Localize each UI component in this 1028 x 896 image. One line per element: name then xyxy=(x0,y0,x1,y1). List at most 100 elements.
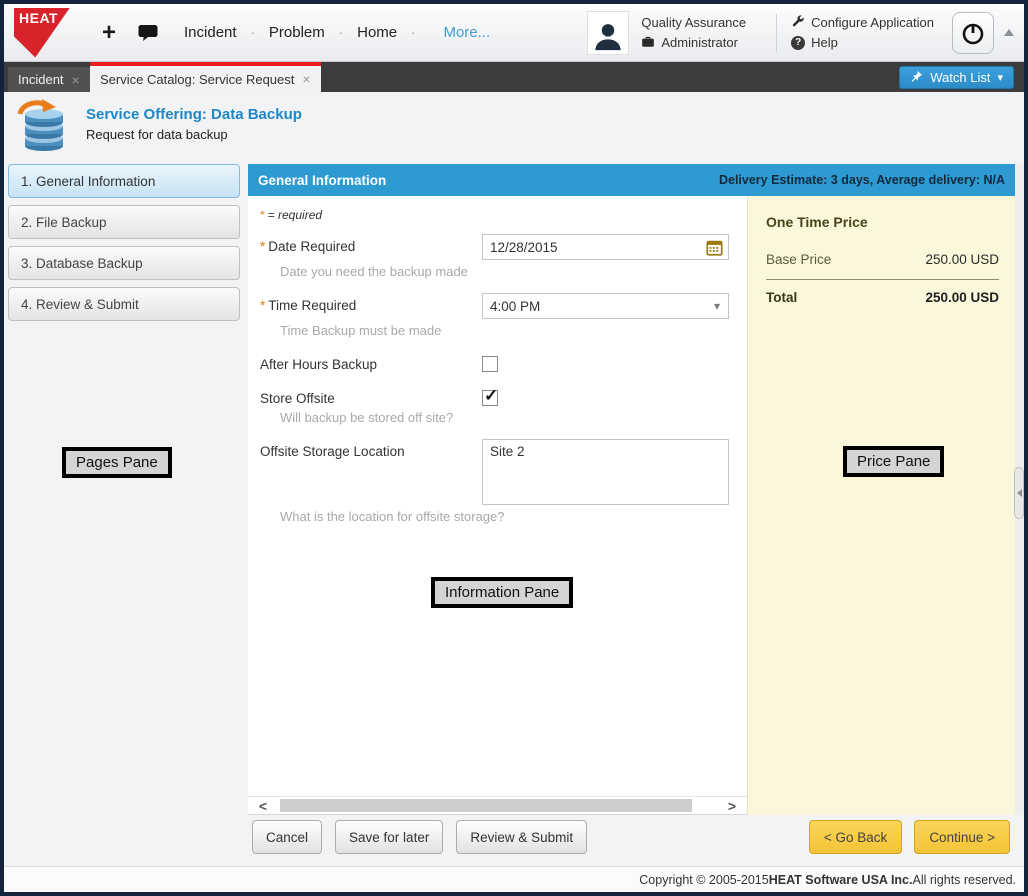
page-step-review-submit[interactable]: 4. Review & Submit xyxy=(8,287,240,321)
scroll-right-icon[interactable]: > xyxy=(721,797,743,815)
help-icon: ? xyxy=(791,36,805,50)
wrench-icon xyxy=(791,14,805,31)
total-label: Total xyxy=(766,290,797,305)
required-asterisk: * xyxy=(260,298,265,313)
checkmark-icon: ✓ xyxy=(484,386,498,406)
menu-item-incident[interactable]: Incident xyxy=(184,24,237,41)
help-link[interactable]: Help xyxy=(811,35,838,50)
scroll-left-icon[interactable]: < xyxy=(252,797,274,815)
page-step-general-information[interactable]: 1. General Information xyxy=(8,164,240,198)
main-area: Service Offering: Data Backup Request fo… xyxy=(4,92,1024,892)
wizard-actions: < Go Back Continue > xyxy=(809,820,1010,854)
tab-service-catalog[interactable]: Service Catalog: Service Request × xyxy=(90,62,321,92)
base-price-label: Base Price xyxy=(766,252,831,267)
field-hint-date: Date you need the backup made xyxy=(280,264,735,279)
base-price-value: 250.00 USD xyxy=(925,252,999,267)
field-label-store-offsite: Store Offsite xyxy=(260,386,482,406)
calendar-icon[interactable] xyxy=(706,239,723,259)
store-offsite-checkbox[interactable]: ✓ xyxy=(482,390,498,406)
app-surface: HEAT + Incident · Problem · Home · More.… xyxy=(4,4,1024,892)
copyright-prefix: Copyright © 2005-2015 xyxy=(639,873,768,887)
required-note-text: = required xyxy=(268,208,322,222)
horizontal-scrollbar: < > xyxy=(248,796,747,815)
power-icon xyxy=(960,20,986,46)
footer: Copyright © 2005-2015 HEAT Software USA … xyxy=(4,866,1024,892)
field-label-date-required: *Date Required xyxy=(260,234,482,254)
offering-header: Service Offering: Data Backup Request fo… xyxy=(14,98,302,159)
page-step-file-backup[interactable]: 2. File Backup xyxy=(8,205,240,239)
total-value: 250.00 USD xyxy=(925,290,999,305)
date-required-input[interactable] xyxy=(483,235,728,259)
user-avatar[interactable] xyxy=(587,11,629,55)
topbar-right-cluster: Quality Assurance Administrator Co xyxy=(587,11,1014,55)
right-edge-strip xyxy=(1015,164,1024,815)
delivery-estimate: Delivery Estimate: 3 days, Average deliv… xyxy=(719,173,1005,187)
database-icon xyxy=(14,98,70,159)
user-role: Administrator xyxy=(661,35,738,50)
top-bar: HEAT + Incident · Problem · Home · More.… xyxy=(4,4,1024,62)
menu-separator: · xyxy=(251,25,255,40)
briefcase-icon xyxy=(641,35,655,51)
continue-button[interactable]: Continue > xyxy=(914,820,1010,854)
topbar-divider xyxy=(776,14,777,52)
save-for-later-button[interactable]: Save for later xyxy=(335,820,443,854)
information-pane-annotation: Information Pane xyxy=(431,577,573,608)
company-name: HEAT Software USA Inc. xyxy=(769,873,913,887)
caret-down-icon: ▾ xyxy=(714,299,720,313)
close-icon[interactable]: × xyxy=(72,72,80,88)
menu-separator: · xyxy=(411,25,415,40)
app-window: HEAT + Incident · Problem · Home · More.… xyxy=(0,0,1028,896)
watch-list-label: Watch List xyxy=(930,70,990,85)
collapse-left-icon xyxy=(1017,489,1022,497)
tab-incident[interactable]: Incident × xyxy=(8,67,90,92)
logout-button[interactable] xyxy=(952,12,994,54)
watch-list-button[interactable]: Watch List ▾ xyxy=(899,66,1014,89)
scrollbar-thumb[interactable] xyxy=(280,799,692,812)
field-label-after-hours: After Hours Backup xyxy=(260,352,482,372)
offsite-storage-location-textarea[interactable]: Site 2 xyxy=(483,440,728,504)
section-header: General Information Delivery Estimate: 3… xyxy=(248,164,1015,196)
tab-label: Incident xyxy=(18,72,64,87)
form-actions: Cancel Save for later Review & Submit xyxy=(252,820,587,854)
page-title: Service Offering: Data Backup xyxy=(86,106,302,123)
tab-bar: Incident × Service Catalog: Service Requ… xyxy=(4,62,1024,92)
pin-icon xyxy=(910,70,923,86)
chat-icon[interactable] xyxy=(138,24,158,42)
collapse-up-icon[interactable] xyxy=(1004,29,1014,36)
pane-collapse-handle[interactable] xyxy=(1014,467,1024,519)
heat-logo[interactable]: HEAT xyxy=(14,8,70,58)
price-pane: One Time Price Base Price 250.00 USD Tot… xyxy=(747,196,1015,815)
new-record-button[interactable]: + xyxy=(102,21,116,45)
required-asterisk: * xyxy=(260,208,265,222)
copyright-suffix: All rights reserved. xyxy=(912,873,1016,887)
caret-down-icon: ▾ xyxy=(997,71,1003,84)
page-subtitle: Request for data backup xyxy=(86,127,302,142)
information-pane: *= required *Date Required xyxy=(248,196,747,815)
main-menu: Incident · Problem · Home · More... xyxy=(184,24,490,41)
menu-item-home[interactable]: Home xyxy=(357,24,397,41)
user-info[interactable]: Quality Assurance Administrator xyxy=(641,13,746,53)
heat-logo-text: HEAT xyxy=(19,10,58,26)
page-step-database-backup[interactable]: 3. Database Backup xyxy=(8,246,240,280)
required-asterisk: * xyxy=(260,239,265,254)
pages-pane-annotation: Pages Pane xyxy=(62,447,172,478)
user-name: Quality Assurance xyxy=(641,15,746,30)
tab-label: Service Catalog: Service Request xyxy=(100,72,294,87)
section-title: General Information xyxy=(258,173,386,188)
field-label-time-required: *Time Required xyxy=(260,293,482,313)
menu-separator: · xyxy=(339,25,343,40)
required-note: *= required xyxy=(260,208,735,222)
time-required-select[interactable]: 4:00 PM ▾ xyxy=(482,293,729,319)
after-hours-backup-checkbox[interactable] xyxy=(482,356,498,372)
review-submit-button[interactable]: Review & Submit xyxy=(456,820,587,854)
field-hint-store-offsite: Will backup be stored off site? xyxy=(280,410,735,425)
field-hint-offsite-location: What is the location for offsite storage… xyxy=(280,509,735,524)
menu-item-more[interactable]: More... xyxy=(443,24,490,41)
price-title: One Time Price xyxy=(766,214,999,230)
go-back-button[interactable]: < Go Back xyxy=(809,820,902,854)
close-icon[interactable]: × xyxy=(302,71,310,87)
cancel-button[interactable]: Cancel xyxy=(252,820,322,854)
configure-application-link[interactable]: Configure Application xyxy=(811,15,934,30)
menu-item-problem[interactable]: Problem xyxy=(269,24,325,41)
time-required-value: 4:00 PM xyxy=(490,299,540,314)
